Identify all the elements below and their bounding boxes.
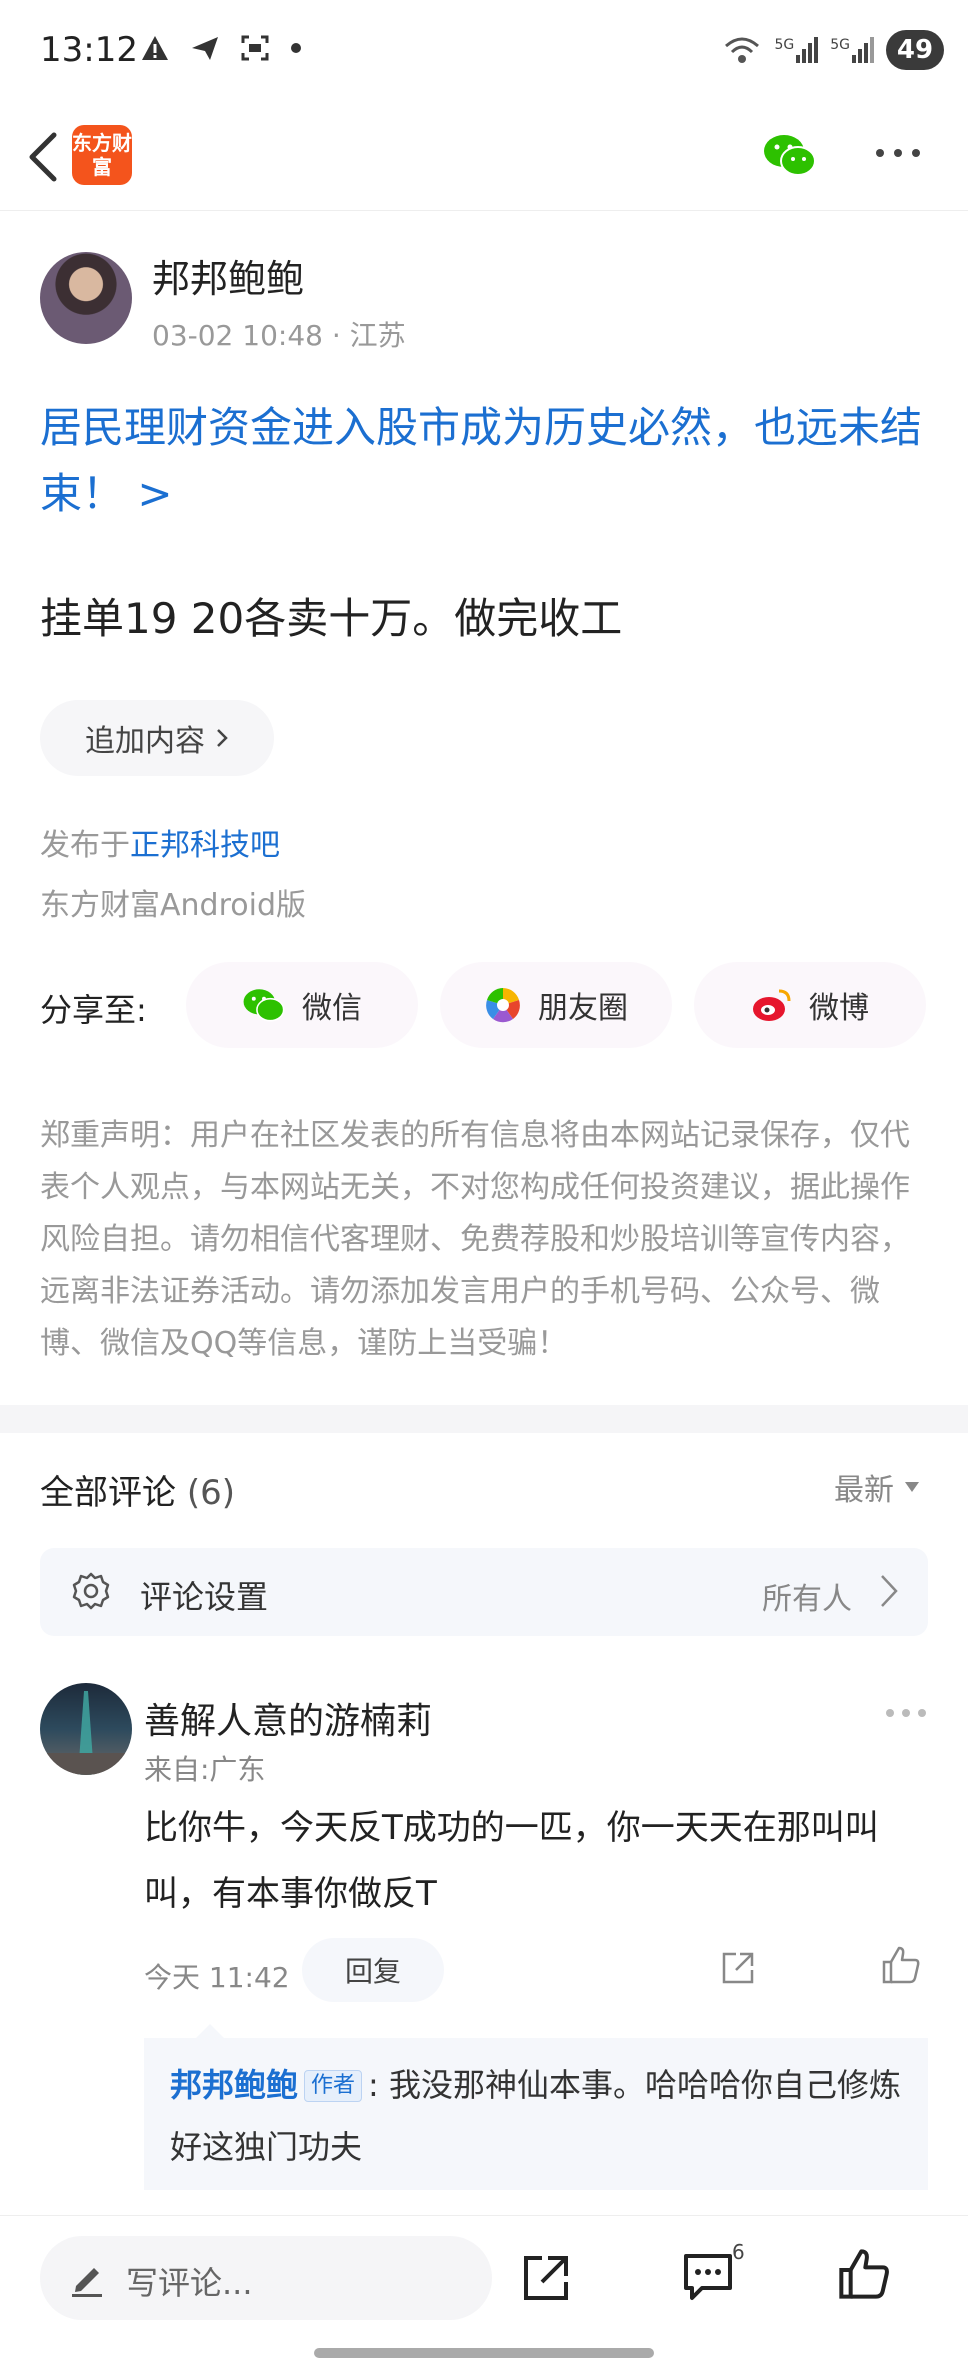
share-icon[interactable] — [718, 1948, 758, 1988]
comment-count-badge: 6 — [732, 2240, 745, 2264]
sort-dropdown[interactable]: 最新 — [834, 1465, 920, 1509]
section-divider — [0, 1405, 968, 1433]
author-avatar[interactable] — [40, 252, 132, 344]
comment-text: 比你牛，今天反T成功的一匹，你一天天在那叫叫叫，有本事你做反T — [144, 1808, 879, 1914]
reply-author-name[interactable]: 邦邦鲍鲍 — [170, 2066, 298, 2104]
status-time: 13:12 — [40, 30, 138, 70]
forum-link[interactable]: 正邦科技吧 — [130, 828, 280, 863]
dot-icon — [291, 43, 301, 53]
battery-indicator: 49 — [886, 30, 944, 70]
disclaimer-notice: 郑重声明：用户在社区发表的所有信息将由本网站记录保存，仅代表个人观点，与本网站无… — [40, 1118, 910, 1361]
post-datetime: 03-02 10:48 — [152, 319, 323, 352]
chevron-right-icon — [881, 1575, 898, 1607]
top-nav-bar: 东方财富 — [0, 105, 968, 211]
home-indicator[interactable] — [314, 2348, 654, 2358]
triangle-down-icon — [905, 1482, 919, 1492]
chevron-right-icon — [217, 729, 228, 747]
commenter-avatar[interactable] — [40, 1683, 132, 1775]
signal-icon-2: 5G — [830, 37, 874, 63]
add-content-label: 追加内容 — [85, 724, 205, 759]
gear-icon — [72, 1572, 110, 1610]
back-arrow-icon[interactable] — [20, 125, 64, 189]
client-info: 东方财富Android版 — [40, 888, 306, 923]
signal-icon-1: 5G — [774, 37, 819, 63]
share-wechat-button[interactable]: 微信 — [186, 962, 418, 1048]
comment-settings-label: 评论设置 — [140, 1578, 269, 1616]
thumbs-up-icon[interactable] — [836, 2246, 892, 2302]
comment-more-icon[interactable] — [884, 1706, 928, 1720]
comments-heading: 全部评论 (6) — [40, 1473, 235, 1513]
warning-icon — [142, 36, 168, 60]
post-location: · 江苏 — [331, 319, 406, 352]
post-meta: 03-02 10:48 · 江苏 — [152, 314, 406, 354]
share-moments-button[interactable]: 朋友圈 — [440, 962, 672, 1048]
published-in: 发布于正邦科技吧 — [40, 828, 280, 863]
post-body: 挂单19 20各卖十万。做完收工 — [40, 594, 623, 643]
comment-time: 今天 11:42 — [144, 1961, 290, 1994]
more-options-icon[interactable] — [874, 145, 922, 161]
status-system-icons: 5G 5G 49 — [722, 30, 944, 70]
comment-icon[interactable] — [680, 2248, 736, 2304]
reply-notch — [196, 2024, 224, 2038]
comment-settings-value: 所有人 — [762, 1582, 852, 1617]
share-weibo-button[interactable]: 微博 — [694, 962, 926, 1048]
author-badge: 作者 — [304, 2070, 363, 2102]
post-title[interactable]: 居民理财资金进入股市成为历史必然，也远未结束！ > — [40, 395, 930, 527]
scan-icon — [241, 35, 269, 61]
status-notification-icons — [140, 34, 302, 62]
moments-icon — [486, 988, 520, 1023]
wechat-icon — [243, 989, 285, 1022]
pencil-icon — [72, 2268, 102, 2297]
status-bar: 13:12 5G 5G 49 — [0, 0, 968, 105]
reply-text-block[interactable]: 邦邦鲍鲍 作者: 我没那神仙本事。哈哈哈你自己修炼好这独门功夫 — [170, 2054, 910, 2178]
comment-settings-row[interactable]: 评论设置 所有人 — [40, 1548, 928, 1636]
reply-button[interactable]: 回复 — [302, 1938, 444, 2002]
app-logo[interactable]: 东方财富 — [72, 125, 132, 185]
wechat-icon[interactable] — [762, 131, 818, 179]
comment-placeholder: 写评论... — [126, 2264, 253, 2302]
commenter-name[interactable]: 善解人意的游楠莉 — [144, 1692, 432, 1744]
comment-input[interactable]: 写评论... — [40, 2236, 492, 2320]
commenter-location: 来自:广东 — [144, 1753, 266, 1786]
share-icon[interactable] — [518, 2250, 574, 2306]
author-name[interactable]: 邦邦鲍鲍 — [152, 248, 304, 303]
thumbs-up-icon[interactable] — [880, 1944, 922, 1986]
comments-count: (6) — [186, 1473, 235, 1513]
add-content-button[interactable]: 追加内容 — [40, 700, 274, 776]
share-label: 分享至: — [40, 991, 147, 1029]
wifi-icon — [725, 37, 760, 63]
weibo-icon — [753, 989, 791, 1021]
send-icon — [192, 37, 218, 60]
